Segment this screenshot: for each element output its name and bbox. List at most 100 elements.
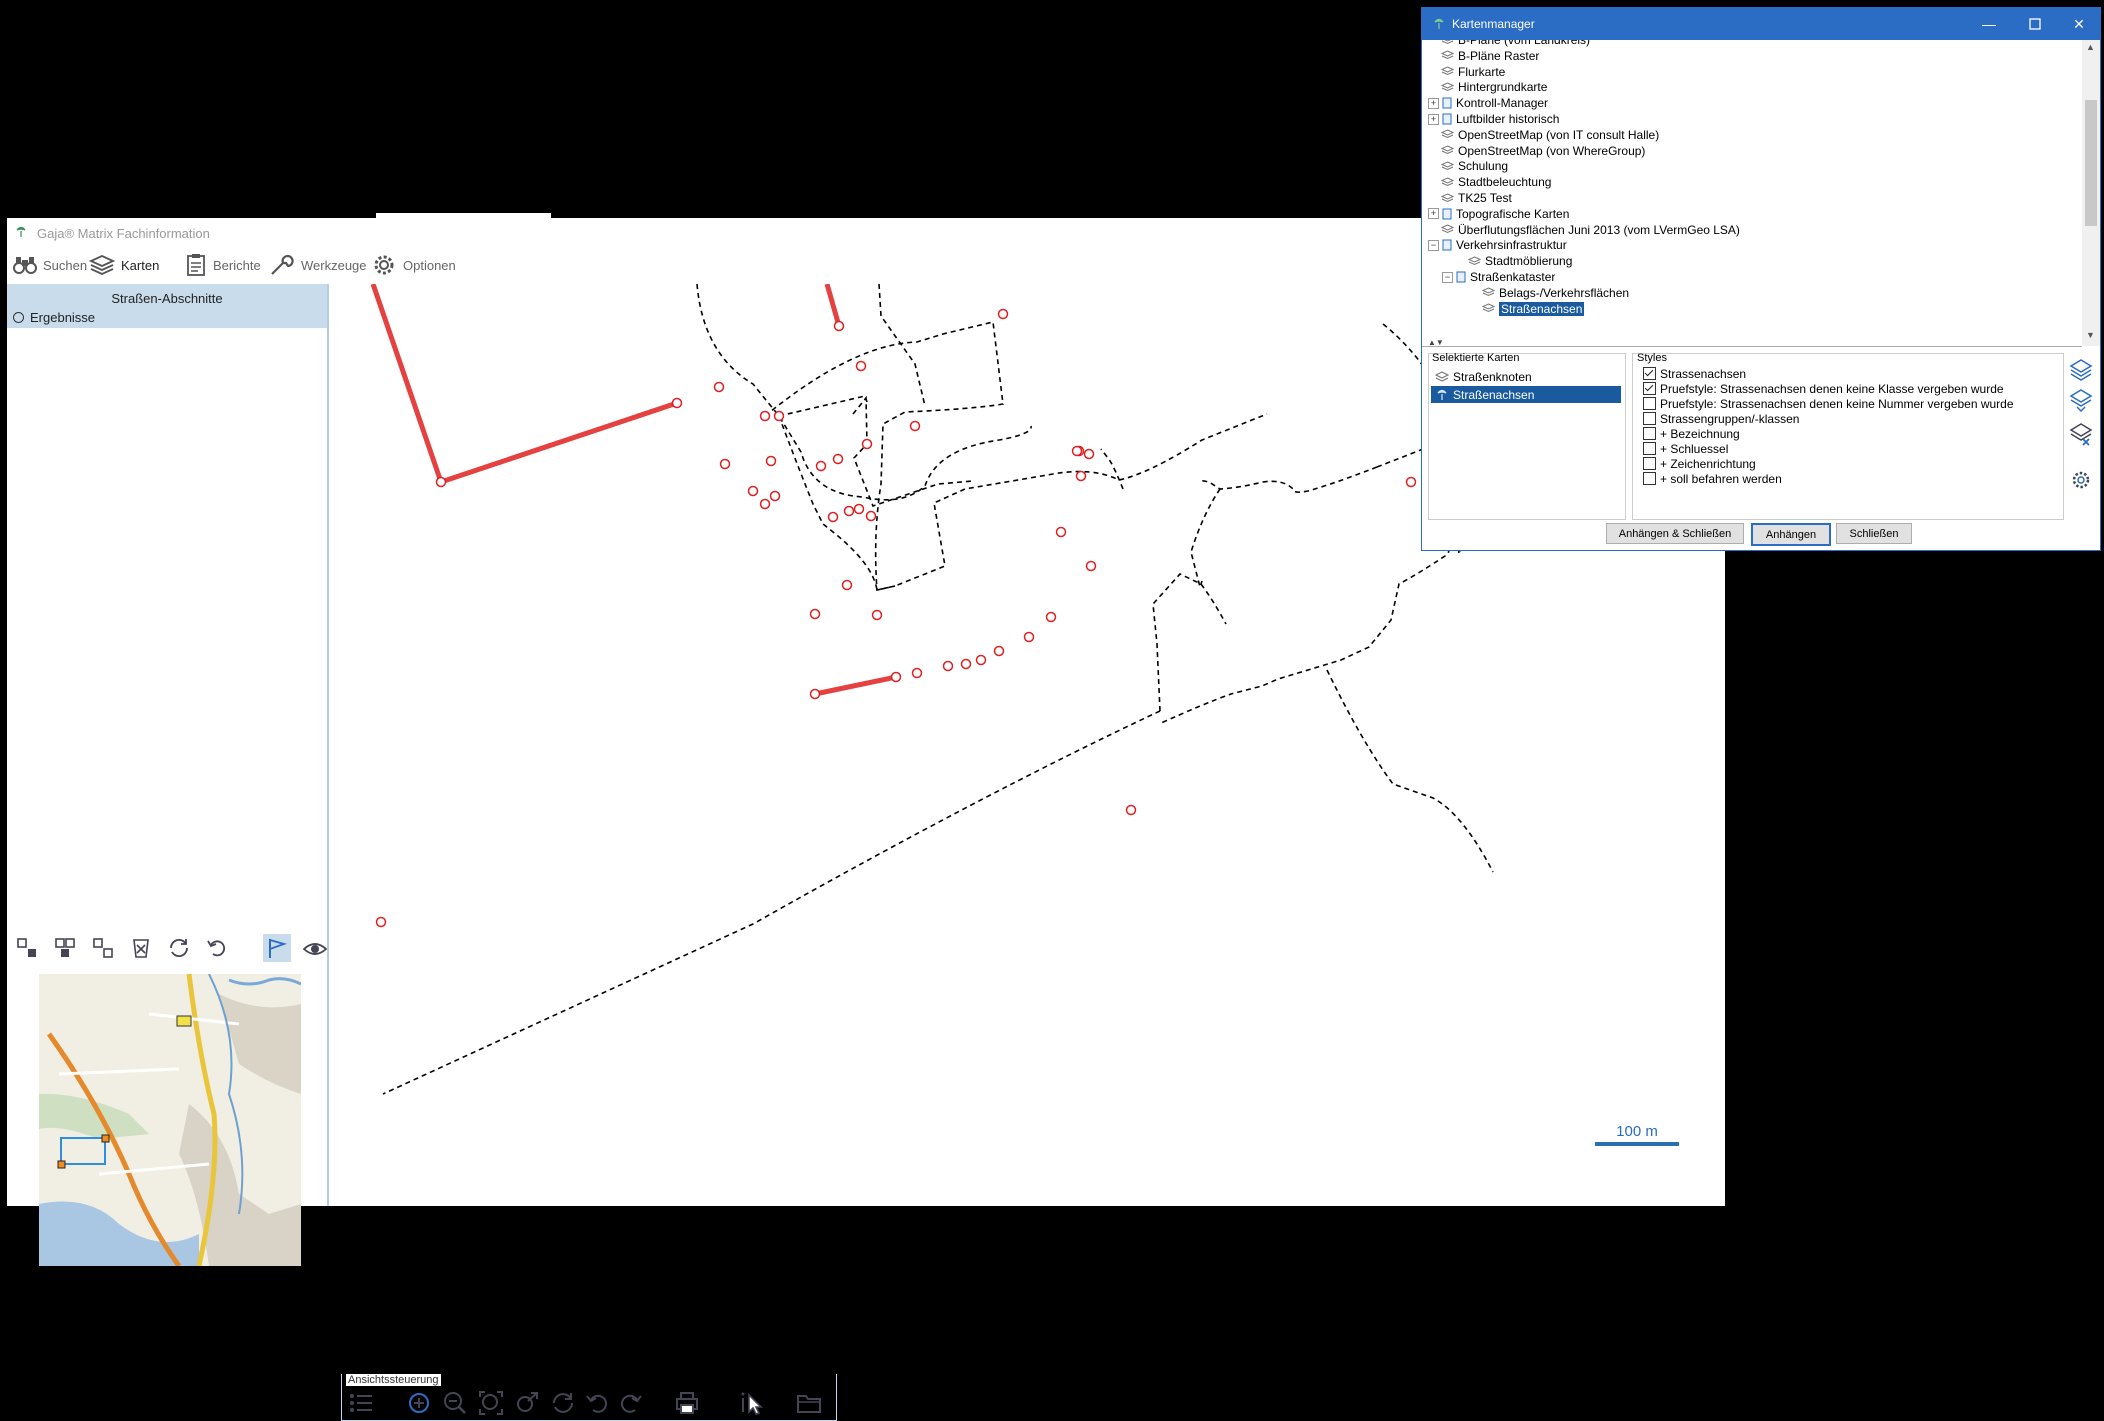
road-node[interactable]	[759, 498, 771, 510]
road-node[interactable]	[1125, 804, 1137, 816]
road-node[interactable]	[765, 455, 777, 467]
style-checkbox-row[interactable]: Strassengruppen/-klassen	[1643, 411, 1799, 426]
select-multiple-button[interactable]	[89, 934, 117, 962]
scroll-up-icon[interactable]: ▲	[2086, 42, 2095, 52]
splitter-arrows-icon[interactable]: ▲▼	[1428, 338, 1444, 347]
checkbox[interactable]	[1643, 397, 1656, 410]
overview-map[interactable]	[39, 974, 301, 1266]
tree-item[interactable]: OpenStreetMap (von IT consult Halle)	[1428, 127, 1659, 143]
select-area-button[interactable]	[51, 934, 79, 962]
road-node[interactable]	[841, 579, 853, 591]
attach-button[interactable]: Anhängen	[1751, 523, 1831, 546]
tree-item[interactable]: − Straßenkataster	[1442, 269, 1555, 285]
style-checkbox-row[interactable]: Pruefstyle: Strassenachsen denen keine N…	[1643, 396, 2014, 411]
toolbar-werkzeuge-button[interactable]: Werkzeuge	[269, 248, 367, 282]
tree-item[interactable]: − Verkehrsinfrastruktur	[1428, 237, 1567, 253]
style-checkbox-row[interactable]: + soll befahren werden	[1643, 471, 1782, 486]
close-button[interactable]: Schließen	[1836, 523, 1912, 544]
tree-item[interactable]: Stadtmöblierung	[1455, 253, 1572, 269]
style-checkbox-row[interactable]: + Schluessel	[1643, 441, 1728, 456]
road-node[interactable]	[1023, 631, 1035, 643]
next-view-button[interactable]	[616, 1388, 646, 1418]
road-node[interactable]	[890, 671, 902, 683]
tree-item[interactable]: Flurkarte	[1428, 64, 1505, 80]
tree-item[interactable]: B-Pläne (vom Landkreis)	[1428, 40, 1590, 48]
move-layer-down-button[interactable]	[2069, 388, 2093, 412]
expand-toggle-icon[interactable]: −	[1428, 239, 1439, 251]
checkbox[interactable]	[1643, 427, 1656, 440]
select-point-button[interactable]	[13, 934, 41, 962]
checkbox[interactable]	[1643, 457, 1656, 470]
tree-item[interactable]: + Luftbilder historisch	[1428, 111, 1559, 127]
road-node[interactable]	[713, 381, 725, 393]
tree-item[interactable]: B-Pläne Raster	[1428, 48, 1539, 64]
style-checkbox-row[interactable]: Strassenachsen	[1643, 366, 1746, 381]
style-checkbox-row[interactable]: + Bezeichnung	[1643, 426, 1740, 441]
expand-toggle-icon[interactable]: +	[1428, 113, 1439, 125]
road-node[interactable]	[809, 608, 821, 620]
layer-settings-button[interactable]	[2069, 468, 2093, 492]
minimize-button[interactable]: —	[1966, 8, 2012, 40]
style-checkbox-row[interactable]: Pruefstyle: Strassenachsen denen keine K…	[1643, 381, 2004, 396]
road-node[interactable]	[435, 476, 447, 488]
road-node[interactable]	[909, 420, 921, 432]
tree-item[interactable]: TK25 Test	[1428, 190, 1512, 206]
road-node[interactable]	[809, 688, 821, 700]
road-node[interactable]	[993, 645, 1005, 657]
road-node[interactable]	[827, 511, 839, 523]
road-node[interactable]	[1045, 611, 1057, 623]
print-button[interactable]	[672, 1388, 702, 1418]
tree-item[interactable]: Schulung	[1428, 158, 1508, 174]
maximize-button[interactable]	[2012, 8, 2058, 40]
ergebnisse-radio[interactable]: Ergebnisse	[13, 310, 95, 325]
zoom-extent-button[interactable]	[476, 1388, 506, 1418]
tree-item[interactable]: Überflutungsflächen Juni 2013 (vom LVerm…	[1428, 222, 1740, 238]
road-node[interactable]	[843, 505, 855, 517]
selected-map-item[interactable]: Straßenknoten	[1431, 368, 1621, 385]
tree-scrollbar[interactable]: ▲ ▼	[2082, 40, 2100, 346]
refresh-map-button[interactable]	[548, 1388, 578, 1418]
road-node[interactable]	[1083, 448, 1095, 460]
toolbar-karten-button[interactable]: Karten	[89, 248, 159, 282]
expand-toggle-icon[interactable]: +	[1428, 97, 1439, 109]
toolbar-berichte-button[interactable]: Berichte	[185, 248, 261, 282]
road-node[interactable]	[833, 320, 845, 332]
legend-button[interactable]	[346, 1388, 376, 1418]
flag-button[interactable]	[263, 934, 291, 962]
road-node[interactable]	[815, 460, 827, 472]
tree-item[interactable]: Hintergrundkarte	[1428, 79, 1547, 95]
tree-item[interactable]: + Kontroll-Manager	[1428, 95, 1548, 111]
road-node[interactable]	[769, 490, 781, 502]
checkbox[interactable]	[1643, 382, 1656, 395]
zoom-selection-button[interactable]	[512, 1388, 542, 1418]
road-node[interactable]	[1085, 560, 1097, 572]
road-node[interactable]	[1075, 470, 1087, 482]
expand-toggle-icon[interactable]: −	[1442, 271, 1453, 283]
tree-item[interactable]: + Topografische Karten	[1428, 206, 1569, 222]
checkbox[interactable]	[1643, 412, 1656, 425]
toolbar-suchen-button[interactable]: Suchen	[13, 248, 87, 282]
road-node[interactable]	[911, 667, 923, 679]
road-node[interactable]	[960, 658, 972, 670]
undo-button[interactable]	[203, 934, 231, 962]
toolbar-optionen-button[interactable]: Optionen	[371, 248, 456, 282]
move-layer-up-button[interactable]	[2069, 358, 2093, 382]
attach-and-close-button[interactable]: Anhängen & Schließen	[1606, 523, 1744, 544]
road-node[interactable]	[1071, 445, 1083, 457]
visibility-button[interactable]	[301, 934, 329, 962]
tree-item[interactable]: Straßenachsen	[1469, 301, 1585, 317]
previous-view-button[interactable]	[582, 1388, 612, 1418]
road-node[interactable]	[773, 410, 785, 422]
road-node[interactable]	[719, 458, 731, 470]
remove-layer-button[interactable]	[2069, 422, 2093, 446]
info-pointer-button[interactable]	[736, 1388, 766, 1418]
road-node[interactable]	[975, 654, 987, 666]
road-node[interactable]	[865, 510, 877, 522]
checkbox[interactable]	[1643, 367, 1656, 380]
road-node[interactable]	[759, 410, 771, 422]
road-node[interactable]	[942, 660, 954, 672]
road-node[interactable]	[832, 453, 844, 465]
scroll-down-icon[interactable]: ▼	[2086, 330, 2095, 340]
road-node[interactable]	[855, 360, 867, 372]
scroll-thumb[interactable]	[2085, 100, 2097, 226]
